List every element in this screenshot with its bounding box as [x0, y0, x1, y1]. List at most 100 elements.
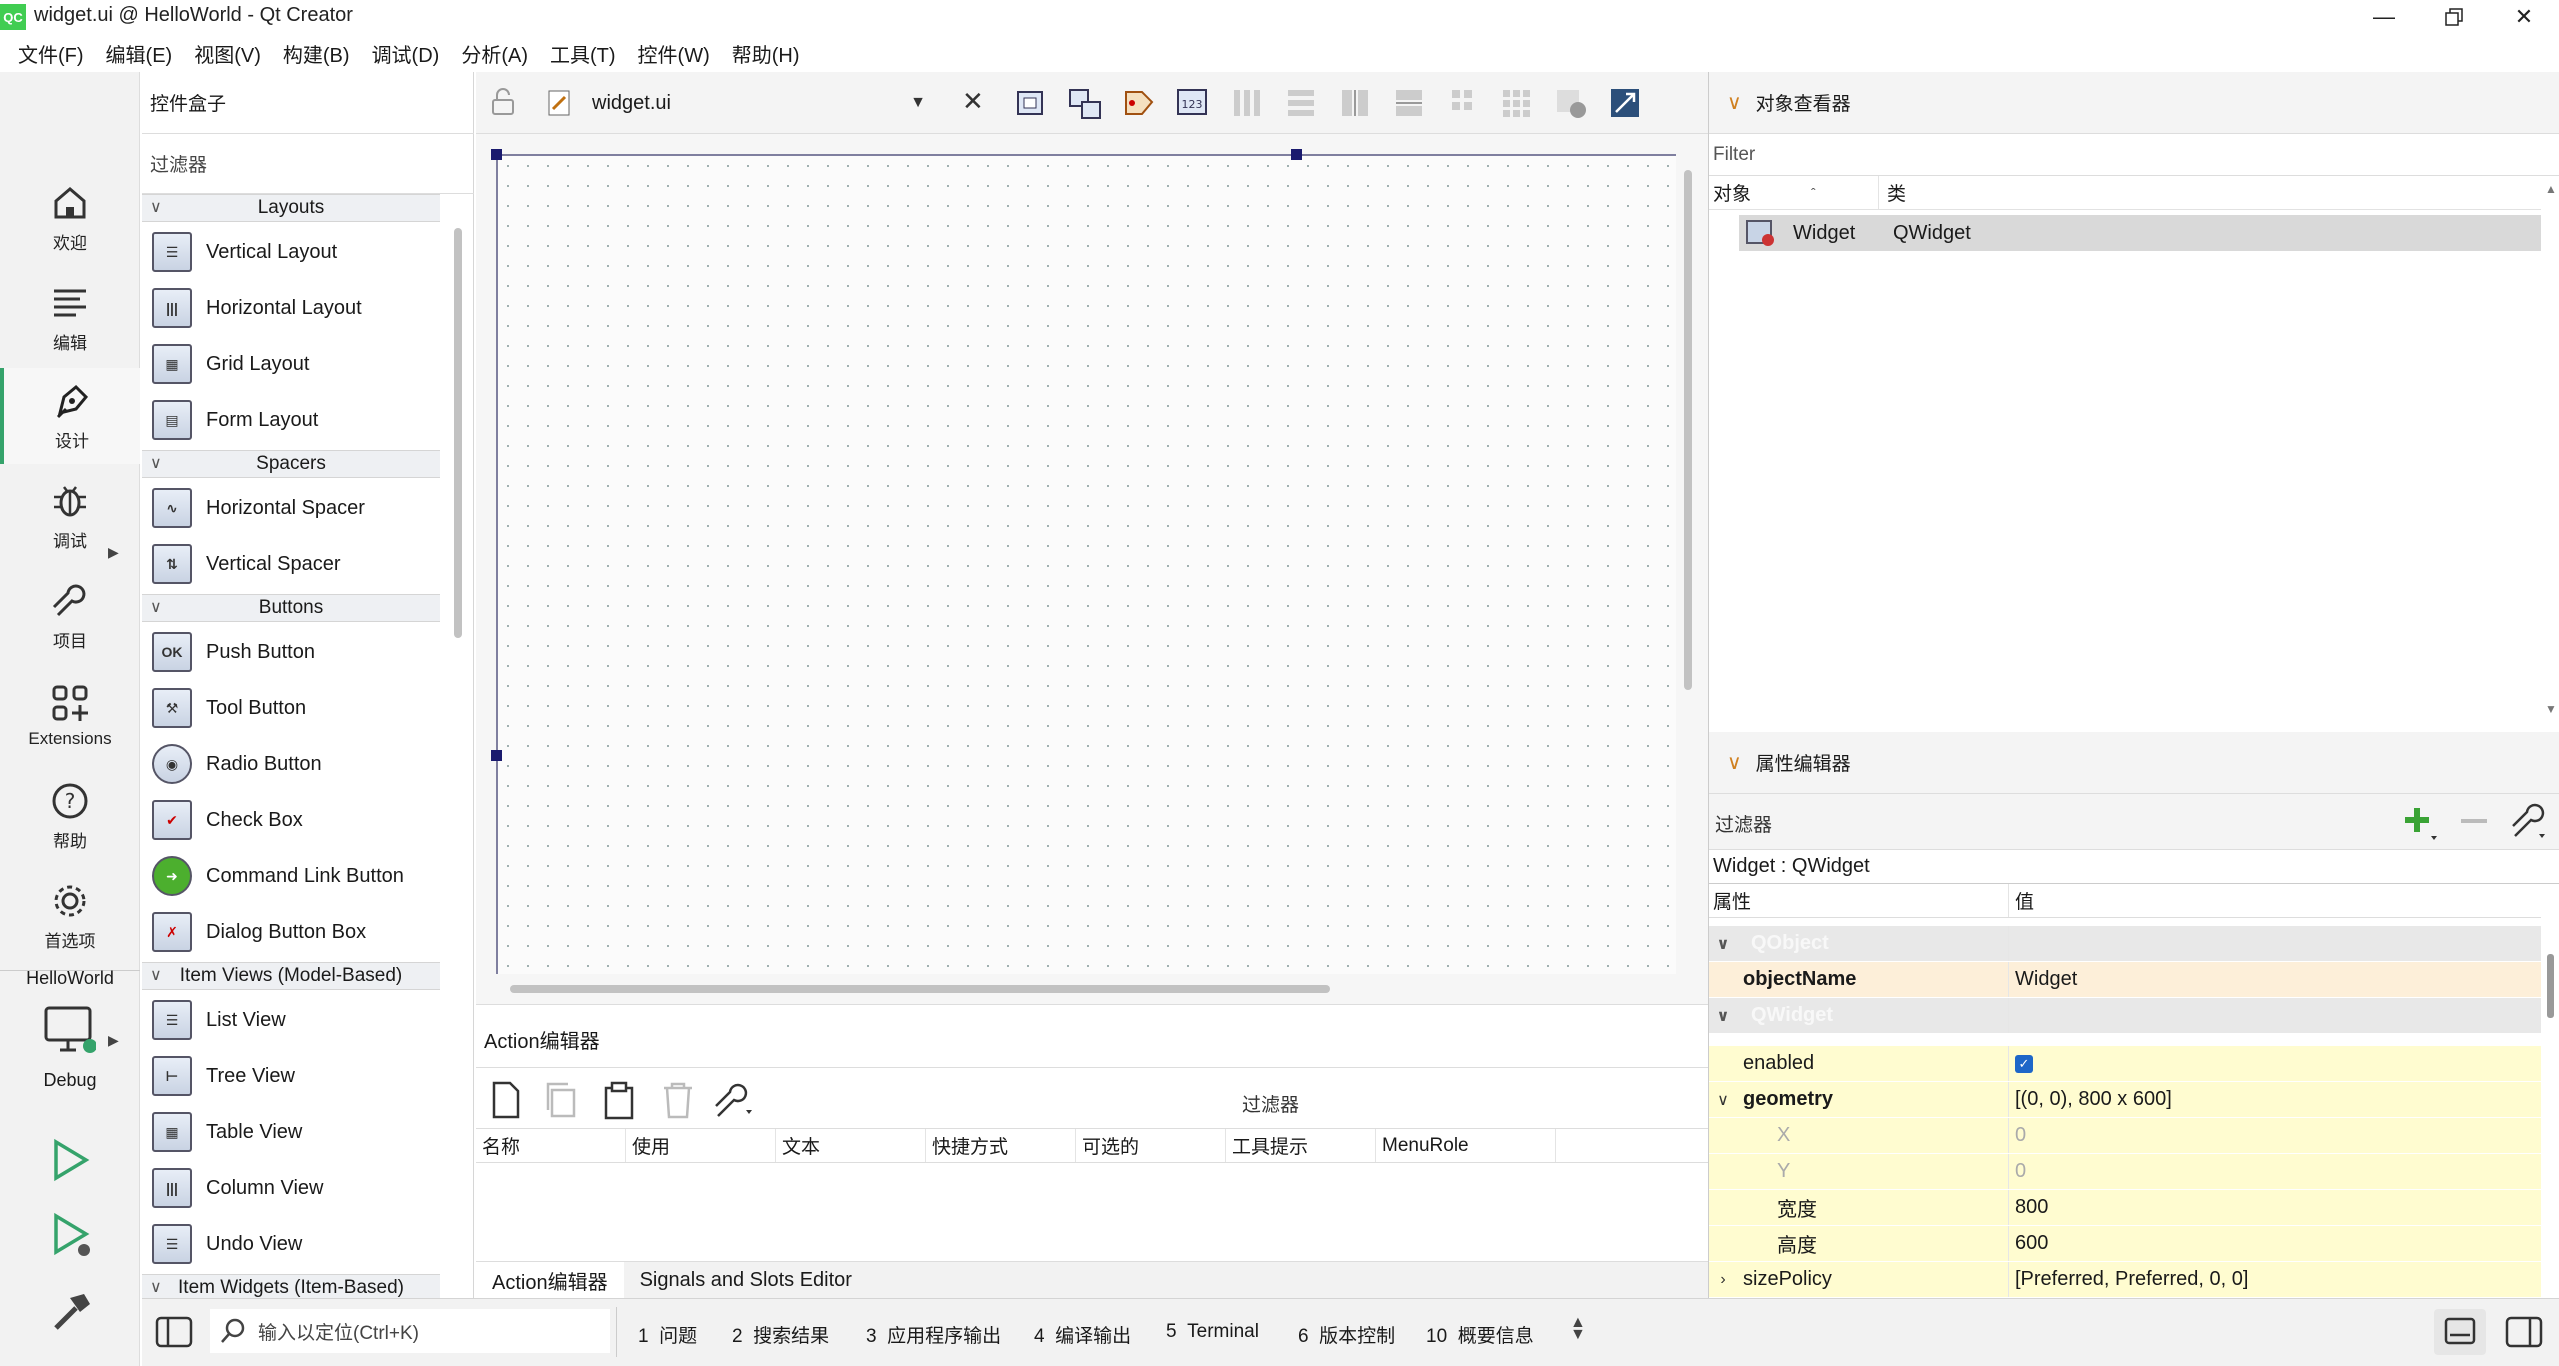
edit-signals-slots-icon[interactable]: [1068, 86, 1102, 120]
column-header[interactable]: 属性: [1709, 884, 2009, 917]
menu-debug[interactable]: 调试(D): [372, 39, 440, 68]
column-header[interactable]: 对象 ˆ: [1709, 176, 1879, 209]
mode-edit[interactable]: 编辑: [0, 270, 140, 366]
resize-handle[interactable]: [1291, 149, 1302, 160]
adjust-size-icon[interactable]: [1608, 86, 1642, 120]
edit-widgets-icon[interactable]: [1014, 86, 1048, 120]
property-row-x[interactable]: X 0: [1709, 1118, 2541, 1154]
menu-tools[interactable]: 工具(T): [550, 39, 616, 68]
column-header[interactable]: 工具提示: [1226, 1129, 1376, 1162]
widget-radio-button[interactable]: ◉ Radio Button: [142, 736, 440, 792]
lock-icon[interactable]: [490, 88, 516, 122]
close-document-icon[interactable]: ✕: [962, 86, 984, 117]
menu-widgets[interactable]: 控件(W): [638, 39, 710, 68]
break-layout-icon[interactable]: [1554, 86, 1588, 120]
toggle-right-sidebar-icon[interactable]: [2504, 1313, 2544, 1357]
resize-handle[interactable]: [491, 750, 502, 761]
column-header[interactable]: 可选的: [1076, 1129, 1226, 1162]
layout-vertical-icon[interactable]: [1284, 86, 1318, 120]
category-spacers[interactable]: ∨ Spacers: [142, 450, 440, 478]
edit-buddies-icon[interactable]: [1122, 86, 1156, 120]
layout-horizontal-splitter-icon[interactable]: [1338, 86, 1372, 120]
layout-vertical-splitter-icon[interactable]: [1392, 86, 1426, 120]
object-inspector-header[interactable]: ∨ 对象查看器: [1709, 72, 2559, 134]
object-filter-input[interactable]: Filter: [1709, 134, 2559, 176]
output-pane-version-control[interactable]: 6 版本控制: [1298, 1321, 1395, 1348]
property-group-qwidget[interactable]: ∨ QWidget: [1709, 998, 2541, 1034]
new-action-icon[interactable]: [486, 1080, 526, 1120]
widget-table-view[interactable]: ▦ Table View: [142, 1104, 440, 1160]
category-item-views[interactable]: ∨ Item Views (Model-Based): [142, 962, 440, 990]
property-row-y[interactable]: Y 0: [1709, 1154, 2541, 1190]
configure-wrench-icon[interactable]: [712, 1080, 752, 1120]
output-pane-compile-output[interactable]: 4 编译输出: [1034, 1321, 1131, 1348]
kit-selector[interactable]: [44, 1006, 97, 1062]
property-value[interactable]: 0: [2009, 1154, 2541, 1189]
property-value[interactable]: 600: [2009, 1226, 2541, 1261]
mode-debug[interactable]: 调试: [0, 468, 140, 564]
remove-property-icon[interactable]: [2457, 804, 2491, 844]
widget-push-button[interactable]: OK Push Button: [142, 624, 440, 680]
property-row-height[interactable]: 高度 600: [1709, 1226, 2541, 1262]
mode-welcome[interactable]: 欢迎: [0, 170, 140, 266]
widget-list-view[interactable]: ☰ List View: [142, 992, 440, 1048]
add-dynamic-property-icon[interactable]: [2399, 802, 2439, 848]
debug-run-button[interactable]: [50, 1212, 94, 1266]
run-button[interactable]: [50, 1138, 90, 1188]
widget-horizontal-layout[interactable]: ||| Horizontal Layout: [142, 280, 440, 336]
menu-build[interactable]: 构建(B): [283, 39, 350, 68]
widget-tool-button[interactable]: ⚒ Tool Button: [142, 680, 440, 736]
configure-wrench-icon[interactable]: [2509, 802, 2549, 848]
widget-box-scrollbar[interactable]: [454, 228, 462, 638]
close-window-icon[interactable]: ✕: [2489, 0, 2559, 34]
enabled-checkbox[interactable]: ✓: [2015, 1054, 2033, 1073]
mode-extensions[interactable]: Extensions: [0, 668, 140, 764]
menu-edit[interactable]: 编辑(E): [106, 39, 173, 68]
column-header[interactable]: 名称: [476, 1129, 626, 1162]
layout-grid-icon[interactable]: [1500, 86, 1534, 120]
action-filter-input[interactable]: 过滤器: [1242, 1090, 1299, 1117]
canvas-vertical-scrollbar[interactable]: [1684, 170, 1692, 690]
widget-box-filter-input[interactable]: 过滤器: [142, 134, 474, 194]
property-row-width[interactable]: 宽度 800: [1709, 1190, 2541, 1226]
column-header[interactable]: MenuRole: [1376, 1129, 1556, 1162]
output-pane-general-messages[interactable]: 10 概要信息: [1426, 1321, 1534, 1348]
toggle-progress-icon[interactable]: [2434, 1309, 2486, 1355]
mode-help[interactable]: ? 帮助: [0, 768, 140, 864]
category-layouts[interactable]: ∨ Layouts: [142, 194, 440, 222]
column-header[interactable]: 文本: [776, 1129, 926, 1162]
output-pane-application-output[interactable]: 3 应用程序输出: [866, 1321, 1001, 1348]
minimize-icon[interactable]: —: [2349, 0, 2419, 34]
property-row-sizepolicy[interactable]: › sizePolicy [Preferred, Preferred, 0, 0]: [1709, 1262, 2541, 1298]
menu-file[interactable]: 文件(F): [18, 39, 84, 68]
widget-column-view[interactable]: ||| Column View: [142, 1160, 440, 1216]
column-header[interactable]: 值: [2009, 884, 2034, 917]
property-value[interactable]: Widget: [2009, 962, 2541, 997]
widget-grid-layout[interactable]: ▦ Grid Layout: [142, 336, 440, 392]
menu-analyze[interactable]: 分析(A): [461, 39, 528, 68]
output-pane-search-results[interactable]: 2 搜索结果: [732, 1321, 829, 1348]
delete-icon[interactable]: [658, 1080, 698, 1120]
property-value[interactable]: 800: [2009, 1190, 2541, 1225]
tab-action-editor[interactable]: Action编辑器: [476, 1261, 624, 1300]
property-value[interactable]: [(0, 0), 800 x 600]: [2009, 1082, 2541, 1117]
object-row-widget[interactable]: Widget QWidget: [1739, 215, 2541, 251]
mode-design[interactable]: 设计: [0, 368, 140, 464]
paste-icon[interactable]: [600, 1080, 640, 1120]
menu-view[interactable]: 视图(V): [194, 39, 261, 68]
widget-form-layout[interactable]: ▤ Form Layout: [142, 392, 440, 448]
mode-preferences[interactable]: 首选项: [0, 868, 140, 964]
designer-form[interactable]: [496, 154, 1676, 974]
build-button[interactable]: [50, 1290, 94, 1340]
widget-vertical-layout[interactable]: ☰ Vertical Layout: [142, 224, 440, 280]
locator-input[interactable]: 输入以定位(Ctrl+K): [210, 1309, 610, 1353]
restore-icon[interactable]: [2419, 0, 2489, 34]
property-filter-input[interactable]: 过滤器: [1715, 810, 1772, 837]
column-header[interactable]: 类: [1879, 176, 1906, 209]
open-file-selector[interactable]: widget.ui ▼: [546, 82, 926, 124]
widget-dialog-button-box[interactable]: ✗ Dialog Button Box: [142, 904, 440, 960]
menu-help[interactable]: 帮助(H): [732, 39, 800, 68]
mode-projects[interactable]: 项目: [0, 568, 140, 664]
property-value[interactable]: 0: [2009, 1118, 2541, 1153]
widget-undo-view[interactable]: ☰ Undo View: [142, 1216, 440, 1272]
